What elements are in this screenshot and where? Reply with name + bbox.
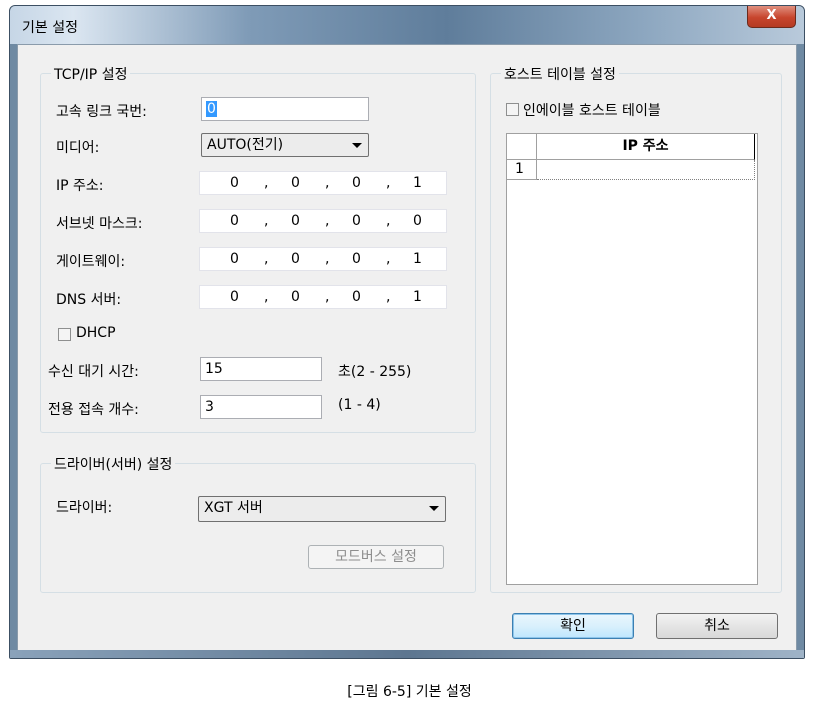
window-title: 기본 설정 [22, 20, 78, 36]
ip-dot: , [325, 251, 330, 267]
ip-dot: , [386, 213, 391, 229]
subnet-octet: 0 [352, 213, 361, 229]
gateway-label: 게이트웨이: [56, 254, 126, 270]
media-value: AUTO(전기) [207, 137, 284, 153]
table-column-header[interactable]: IP 주소 [537, 134, 755, 160]
dns-server-field[interactable]: 0 , 0 , 0 , 1 [199, 285, 447, 309]
chevron-down-icon [352, 143, 362, 148]
table-row-number: 1 [507, 160, 537, 180]
cancel-button[interactable]: 취소 [656, 613, 778, 639]
timeout-input[interactable]: 15 [200, 357, 322, 381]
dns-octet: 0 [230, 289, 239, 305]
subnet-octet: 0 [230, 213, 239, 229]
connection-count-input[interactable]: 3 [200, 395, 322, 419]
tcpip-group-title: TCP/IP 설정 [51, 64, 131, 84]
gateway-octet: 1 [413, 251, 422, 267]
dhcp-label: DHCP [76, 325, 116, 341]
gateway-field[interactable]: 0 , 0 , 0 , 1 [199, 247, 447, 271]
ip-address-field[interactable]: 0 , 0 , 0 , 1 [199, 171, 447, 195]
ok-button[interactable]: 확인 [512, 613, 634, 639]
ip-dot: , [386, 175, 391, 191]
close-button[interactable]: X [747, 6, 796, 28]
enable-host-table-checkbox[interactable] [506, 103, 519, 116]
ip-dot: , [325, 175, 330, 191]
gateway-octet: 0 [230, 251, 239, 267]
link-number-input[interactable]: 0 [201, 97, 369, 121]
table-ip-cell[interactable] [537, 160, 755, 180]
dns-octet: 1 [413, 289, 422, 305]
host-ip-table[interactable]: IP 주소 1 [506, 133, 758, 585]
ip-dot: , [325, 289, 330, 305]
dns-octet: 0 [352, 289, 361, 305]
figure-caption: [그림 6-5] 기본 설정 [347, 684, 472, 700]
ip-dot: , [386, 251, 391, 267]
ip-dot: , [264, 251, 269, 267]
connection-count-label: 전용 접속 개수: [48, 402, 139, 418]
ip-dot: , [264, 175, 269, 191]
ip-octet: 0 [291, 175, 300, 191]
ip-dot: , [264, 289, 269, 305]
driver-group: 드라이버(서버) 설정 [40, 454, 476, 593]
link-number-value: 0 [206, 101, 217, 117]
gateway-octet: 0 [291, 251, 300, 267]
gateway-octet: 0 [352, 251, 361, 267]
enable-host-table-label: 인에이블 호스트 테이블 [523, 103, 661, 119]
media-select[interactable]: AUTO(전기) [201, 133, 369, 157]
timeout-range: 초(2 - 255) [338, 364, 412, 380]
ip-octet: 1 [413, 175, 422, 191]
driver-label: 드라이버: [56, 500, 113, 516]
dns-server-label: DNS 서버: [56, 292, 122, 308]
link-number-label: 고속 링크 국번: [56, 104, 147, 120]
chevron-down-icon [429, 506, 439, 511]
dns-octet: 0 [291, 289, 300, 305]
subnet-octet: 0 [291, 213, 300, 229]
dialog-window: 기본 설정 X TCP/IP 설정 고속 링크 국번: 0 미디어: AUTO(… [9, 5, 805, 659]
dialog-body: TCP/IP 설정 고속 링크 국번: 0 미디어: AUTO(전기) IP 주… [17, 44, 797, 652]
subnet-octet: 0 [413, 213, 422, 229]
window-bottom-border [10, 650, 804, 658]
media-label: 미디어: [56, 140, 100, 156]
dhcp-checkbox[interactable] [58, 328, 71, 341]
connection-count-range: (1 - 4) [338, 397, 381, 413]
ip-address-label: IP 주소: [56, 178, 104, 194]
subnet-mask-field[interactable]: 0 , 0 , 0 , 0 [199, 209, 447, 233]
modbus-settings-button[interactable]: 모드버스 설정 [308, 545, 444, 569]
ip-dot: , [386, 289, 391, 305]
ip-octet: 0 [230, 175, 239, 191]
table-corner-cell [507, 134, 537, 160]
ip-octet: 0 [352, 175, 361, 191]
host-table-group-title: 호스트 테이블 설정 [501, 64, 619, 84]
driver-group-title: 드라이버(서버) 설정 [51, 454, 176, 474]
ip-dot: , [325, 213, 330, 229]
timeout-label: 수신 대기 시간: [48, 364, 139, 380]
driver-select[interactable]: XGT 서버 [198, 496, 446, 522]
ip-dot: , [264, 213, 269, 229]
driver-value: XGT 서버 [204, 500, 263, 516]
subnet-mask-label: 서브넷 마스크: [56, 216, 143, 232]
title-bar[interactable]: 기본 설정 X [10, 6, 804, 44]
